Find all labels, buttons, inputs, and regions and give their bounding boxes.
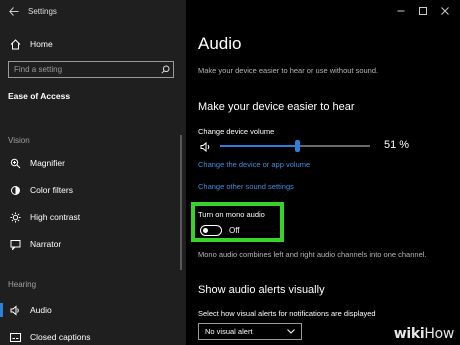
- sidebar-item-closed-captions[interactable]: Closed captions: [8, 331, 90, 343]
- group-label-vision: Vision: [8, 136, 30, 145]
- sidebar-item-color-filters[interactable]: Color filters: [8, 184, 73, 196]
- closed-captions-icon: [8, 331, 22, 343]
- volume-value: 51 %: [384, 139, 410, 151]
- maximize-icon[interactable]: [412, 0, 434, 22]
- sidebar-item-high-contrast[interactable]: High contrast: [8, 211, 80, 223]
- page-title: Audio: [198, 34, 242, 53]
- page-subtitle: Make your device easier to hear or use w…: [198, 66, 379, 75]
- magnifier-icon: [8, 157, 22, 169]
- selection-indicator: [0, 303, 3, 317]
- chevron-down-icon: [287, 327, 295, 336]
- minimize-icon[interactable]: [390, 0, 412, 22]
- title-bar: Settings: [0, 0, 186, 22]
- window-controls: [390, 0, 456, 22]
- back-arrow-icon[interactable]: [0, 0, 28, 22]
- highlight-box: [191, 202, 284, 242]
- section-heading-alerts: Show audio alerts visually: [198, 284, 325, 296]
- sidebar: Settings Home Ease of Access Vision Magn…: [0, 0, 186, 345]
- volume-slider-thumb[interactable]: [294, 140, 300, 152]
- volume-label: Change device volume: [198, 127, 275, 136]
- sidebar-item-narrator[interactable]: Narrator: [8, 238, 61, 250]
- watermark-logo: wikiHow: [393, 326, 455, 342]
- mono-audio-state: Off: [229, 226, 240, 235]
- close-icon[interactable]: [434, 0, 456, 22]
- color-filters-icon: [8, 184, 22, 196]
- toggle-knob: [203, 227, 208, 233]
- sidebar-item-label: Narrator: [30, 239, 62, 249]
- search-field[interactable]: [8, 61, 174, 78]
- high-contrast-icon: [8, 211, 22, 223]
- sidebar-item-label: Home: [30, 39, 53, 49]
- sidebar-item-label: Closed captions: [30, 332, 91, 342]
- alerts-label: Select how visual alerts for notificatio…: [198, 309, 376, 318]
- mono-audio-label: Turn on mono audio: [198, 210, 265, 219]
- home-icon: [8, 38, 22, 50]
- group-label-hearing: Hearing: [8, 280, 37, 289]
- search-icon[interactable]: [157, 65, 173, 74]
- dropdown-value: No visual alert: [205, 327, 253, 336]
- search-input[interactable]: [9, 62, 157, 77]
- volume-slider[interactable]: [220, 140, 370, 152]
- speaker-icon: [200, 140, 212, 153]
- sidebar-item-magnifier[interactable]: Magnifier: [8, 157, 65, 169]
- section-title: Ease of Access: [8, 91, 71, 101]
- visual-alert-dropdown[interactable]: No visual alert: [198, 323, 302, 340]
- narrator-icon: [8, 238, 22, 250]
- sidebar-item-label: Audio: [30, 305, 52, 315]
- app-title: Settings: [28, 6, 57, 16]
- section-heading-hear: Make your device easier to hear: [198, 101, 355, 113]
- mono-audio-description: Mono audio combines left and right audio…: [198, 250, 427, 259]
- audio-icon: [8, 304, 22, 316]
- sidebar-item-label: Color filters: [30, 185, 73, 195]
- volume-slider-fill: [220, 145, 297, 147]
- sidebar-scrollbar[interactable]: [180, 135, 182, 270]
- sidebar-item-home[interactable]: Home: [8, 38, 53, 50]
- sidebar-item-label: Magnifier: [30, 158, 65, 168]
- link-app-volume[interactable]: Change the device or app volume: [198, 160, 310, 169]
- sidebar-item-label: High contrast: [30, 212, 81, 222]
- mono-audio-toggle[interactable]: [200, 225, 222, 236]
- sidebar-item-audio[interactable]: Audio: [8, 304, 52, 316]
- link-sound-settings[interactable]: Change other sound settings: [198, 182, 294, 191]
- main-panel: Audio Make your device easier to hear or…: [186, 0, 460, 345]
